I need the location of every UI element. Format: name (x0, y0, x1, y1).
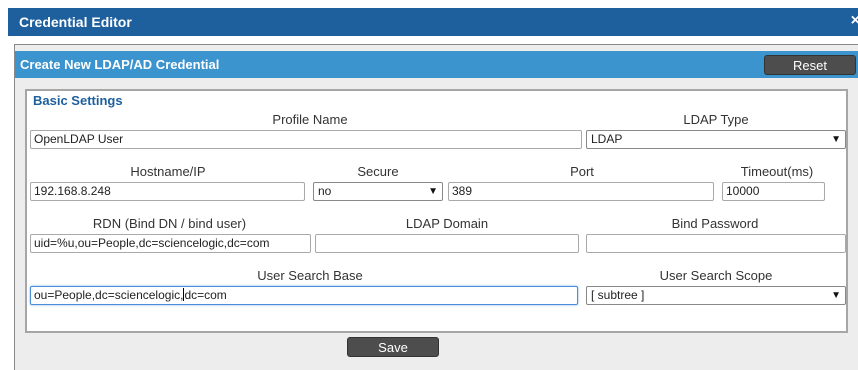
ldap-type-label: LDAP Type (683, 112, 749, 127)
ldap-type-value: LDAP (591, 132, 623, 146)
timeout-label: Timeout(ms) (740, 164, 814, 179)
rdn-label: RDN (Bind DN / bind user) (92, 216, 247, 231)
bind-password-label: Bind Password (671, 216, 759, 231)
reset-button[interactable]: Reset (764, 55, 856, 75)
secure-select[interactable]: no ▼ (313, 182, 443, 201)
user-search-scope-value: [ subtree ] (591, 288, 645, 302)
close-icon[interactable]: × (851, 12, 858, 30)
profile-name-label: Profile Name (272, 112, 348, 127)
triangle-down-icon: ▼ (831, 290, 841, 301)
timeout-input[interactable]: 10000 (722, 182, 825, 201)
user-search-base-label: User Search Base (257, 268, 363, 283)
panel-header: Create New LDAP/AD Credential Reset (15, 51, 858, 78)
port-label: Port (570, 164, 594, 179)
basic-settings-legend: Basic Settings (33, 93, 123, 108)
ldap-domain-input[interactable] (315, 234, 579, 253)
rdn-input[interactable]: uid=%u,ou=People,dc=sciencelogic,dc=com (30, 234, 311, 253)
credential-editor-window: Credential Editor × Create New LDAP/AD C… (8, 8, 858, 370)
save-button[interactable]: Save (347, 337, 439, 357)
credential-dialog: Create New LDAP/AD Credential Reset Basi… (14, 44, 858, 370)
secure-value: no (318, 184, 332, 198)
hostname-label: Hostname/IP (130, 164, 206, 179)
secure-label: Secure (357, 164, 399, 179)
user-search-scope-select[interactable]: [ subtree ] ▼ (586, 286, 846, 305)
window-title: Credential Editor (19, 14, 132, 30)
triangle-down-icon: ▼ (428, 186, 438, 197)
profile-name-input[interactable]: OpenLDAP User (30, 130, 582, 149)
basic-settings-fieldset: Basic Settings Profile Name OpenLDAP Use… (25, 89, 848, 333)
panel-title: Create New LDAP/AD Credential (20, 57, 220, 72)
triangle-down-icon: ▼ (831, 134, 841, 145)
window-titlebar: Credential Editor × (8, 8, 858, 36)
port-input[interactable]: 389 (448, 182, 714, 201)
user-search-scope-label: User Search Scope (659, 268, 773, 283)
user-search-base-text-after: dc=com (184, 288, 227, 302)
user-search-base-input[interactable]: ou=People,dc=sciencelogic,dc=com (30, 286, 578, 305)
user-search-base-text-before: ou=People,dc=sciencelogic, (34, 288, 184, 302)
ldap-type-select[interactable]: LDAP ▼ (586, 130, 846, 149)
bind-password-input[interactable] (586, 234, 846, 253)
ldap-domain-label: LDAP Domain (405, 216, 489, 231)
hostname-input[interactable]: 192.168.8.248 (30, 182, 305, 201)
